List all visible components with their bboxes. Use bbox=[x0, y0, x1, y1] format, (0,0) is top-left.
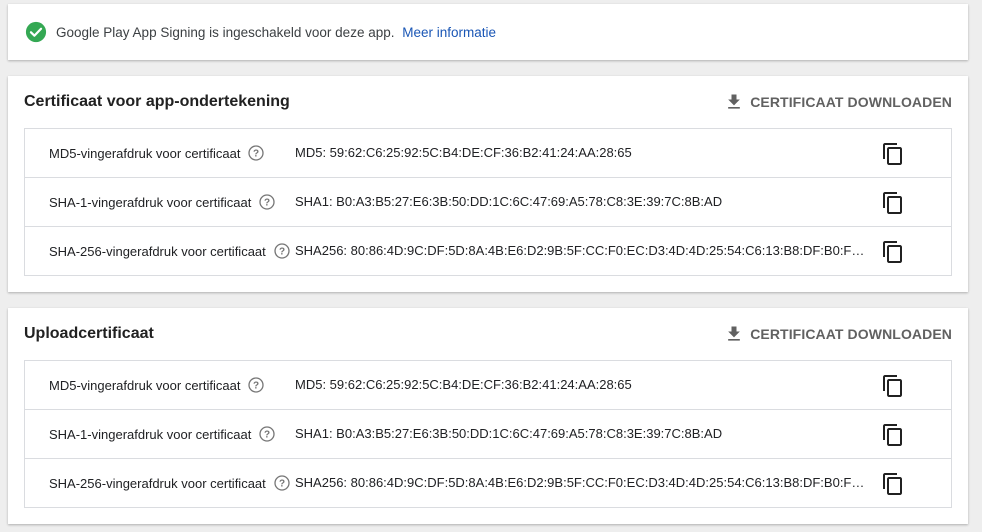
copy-icon[interactable] bbox=[881, 374, 905, 398]
fingerprint-value: MD5: 59:62:C6:25:92:5C:B4:DE:CF:36:B2:41… bbox=[295, 145, 632, 160]
card-title: Uploadcertificaat bbox=[24, 325, 154, 342]
card-header: Uploadcertificaat CERTIFICAAT DOWNLOADEN bbox=[8, 308, 968, 360]
row-label: MD5-vingerafdruk voor certificaat ? bbox=[49, 145, 265, 161]
fingerprint-row-sha1: SHA-1-vingerafdruk voor certificaat ? SH… bbox=[25, 410, 951, 459]
copy-icon[interactable] bbox=[881, 142, 905, 166]
fingerprint-row-md5: MD5-vingerafdruk voor certificaat ? MD5:… bbox=[25, 129, 951, 178]
fingerprint-table: MD5-vingerafdruk voor certificaat ? MD5:… bbox=[24, 360, 952, 508]
help-icon[interactable]: ? bbox=[274, 243, 290, 259]
svg-text:?: ? bbox=[264, 430, 270, 441]
download-certificate-button[interactable]: CERTIFICAAT DOWNLOADEN bbox=[724, 90, 952, 114]
fingerprint-label: MD5-vingerafdruk voor certificaat bbox=[49, 377, 241, 393]
fingerprint-value: SHA256: 80:86:4D:9C:DF:5D:8A:4B:E6:D2:9B… bbox=[295, 243, 867, 258]
svg-text:?: ? bbox=[253, 149, 259, 160]
fingerprint-row-md5: MD5-vingerafdruk voor certificaat ? MD5:… bbox=[25, 361, 951, 410]
row-label: MD5-vingerafdruk voor certificaat ? bbox=[49, 377, 265, 393]
signing-banner: Google Play App Signing is ingeschakeld … bbox=[8, 4, 968, 60]
help-icon[interactable]: ? bbox=[274, 475, 290, 491]
copy-icon[interactable] bbox=[881, 423, 905, 447]
banner-message: Google Play App Signing is ingeschakeld … bbox=[56, 24, 395, 40]
row-label: SHA-256-vingerafdruk voor certificaat ? bbox=[49, 243, 290, 259]
download-certificate-button[interactable]: CERTIFICAAT DOWNLOADEN bbox=[724, 322, 952, 346]
fingerprint-label: MD5-vingerafdruk voor certificaat bbox=[49, 145, 241, 161]
check-circle-icon bbox=[25, 21, 47, 43]
fingerprint-row-sha256: SHA-256-vingerafdruk voor certificaat ? … bbox=[25, 227, 951, 275]
help-icon[interactable]: ? bbox=[259, 426, 275, 442]
download-label: CERTIFICAAT DOWNLOADEN bbox=[750, 326, 952, 342]
fingerprint-label: SHA-256-vingerafdruk voor certificaat bbox=[49, 243, 266, 259]
card-title: Certificaat voor app-ondertekening bbox=[24, 93, 290, 110]
fingerprint-label: SHA-1-vingerafdruk voor certificaat bbox=[49, 426, 252, 442]
fingerprint-value: SHA1: B0:A3:B5:27:E6:3B:50:DD:1C:6C:47:6… bbox=[295, 194, 723, 209]
svg-text:?: ? bbox=[264, 198, 270, 209]
copy-icon[interactable] bbox=[881, 191, 905, 215]
learn-more-link[interactable]: Meer informatie bbox=[402, 25, 496, 40]
download-label: CERTIFICAAT DOWNLOADEN bbox=[750, 94, 952, 110]
app-signing-certificate-card: Certificaat voor app-ondertekening CERTI… bbox=[8, 76, 968, 292]
download-icon bbox=[728, 326, 741, 341]
svg-text:?: ? bbox=[279, 247, 285, 258]
fingerprint-value: SHA256: 80:86:4D:9C:DF:5D:8A:4B:E6:D2:9B… bbox=[295, 475, 867, 490]
fingerprint-row-sha256: SHA-256-vingerafdruk voor certificaat ? … bbox=[25, 459, 951, 507]
svg-text:?: ? bbox=[279, 479, 285, 490]
fingerprint-table: MD5-vingerafdruk voor certificaat ? MD5:… bbox=[24, 128, 952, 276]
banner-text: Google Play App Signing is ingeschakeld … bbox=[56, 25, 496, 40]
fingerprint-row-sha1: SHA-1-vingerafdruk voor certificaat ? SH… bbox=[25, 178, 951, 227]
fingerprint-value: SHA1: B0:A3:B5:27:E6:3B:50:DD:1C:6C:47:6… bbox=[295, 426, 723, 441]
copy-icon[interactable] bbox=[881, 472, 905, 496]
download-icon bbox=[728, 94, 741, 109]
upload-certificate-card: Uploadcertificaat CERTIFICAAT DOWNLOADEN… bbox=[8, 308, 968, 524]
help-icon[interactable]: ? bbox=[248, 377, 265, 393]
svg-text:?: ? bbox=[253, 381, 259, 392]
fingerprint-label: SHA-1-vingerafdruk voor certificaat bbox=[49, 194, 252, 210]
copy-icon[interactable] bbox=[881, 240, 905, 264]
help-icon[interactable]: ? bbox=[248, 145, 265, 161]
row-label: SHA-1-vingerafdruk voor certificaat ? bbox=[49, 194, 275, 210]
help-icon[interactable]: ? bbox=[259, 194, 275, 210]
row-label: SHA-256-vingerafdruk voor certificaat ? bbox=[49, 475, 290, 491]
fingerprint-label: SHA-256-vingerafdruk voor certificaat bbox=[49, 475, 266, 491]
fingerprint-value: MD5: 59:62:C6:25:92:5C:B4:DE:CF:36:B2:41… bbox=[295, 377, 632, 392]
card-header: Certificaat voor app-ondertekening CERTI… bbox=[8, 76, 968, 128]
row-label: SHA-1-vingerafdruk voor certificaat ? bbox=[49, 426, 275, 442]
